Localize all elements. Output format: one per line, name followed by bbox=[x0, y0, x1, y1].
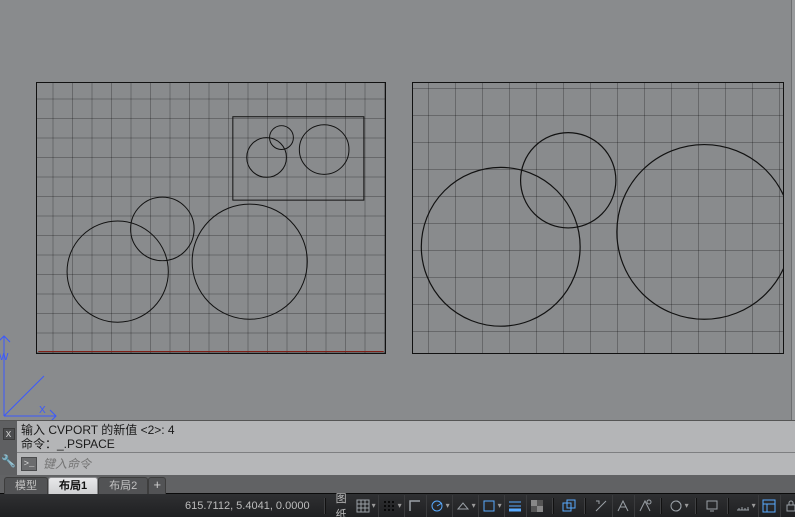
ortho-toggle-button[interactable] bbox=[404, 495, 426, 517]
annotation-autoscale-button[interactable] bbox=[634, 495, 656, 517]
workspace-switch-button[interactable]: ▾ bbox=[666, 495, 691, 517]
coordinates-readout[interactable]: 615.7112, 5.4041, 0.0000 bbox=[0, 500, 320, 512]
annotation-scale-button[interactable] bbox=[590, 495, 612, 517]
transparency-toggle-button[interactable] bbox=[526, 495, 548, 517]
tab-add-button[interactable]: + bbox=[148, 477, 166, 494]
ucs-icon: X W bbox=[0, 330, 60, 420]
viewport-right-content bbox=[413, 83, 783, 353]
units-button[interactable]: ▾ bbox=[733, 495, 758, 517]
command-history[interactable]: 输入 CVPORT 的新值 <2>: 4 命令：_.PSPACE bbox=[17, 421, 795, 453]
circle-r2 bbox=[521, 133, 616, 228]
chevron-down-icon: ▾ bbox=[752, 501, 756, 510]
close-icon[interactable]: x bbox=[3, 428, 15, 440]
chevron-down-icon: ▾ bbox=[498, 501, 502, 510]
chevron-down-icon: ▾ bbox=[446, 501, 450, 510]
drawing-area[interactable]: X W bbox=[0, 0, 795, 420]
circle-r1 bbox=[421, 167, 580, 326]
osnap-toggle-button[interactable]: ▾ bbox=[478, 495, 504, 517]
nested-circle-3 bbox=[299, 125, 349, 175]
ucs-x-label: X bbox=[39, 405, 46, 416]
grid-toggle-button[interactable]: ▾ bbox=[353, 495, 378, 517]
annotation-monitor-button[interactable] bbox=[701, 495, 723, 517]
chevron-down-icon: ▾ bbox=[685, 501, 689, 510]
quick-properties-button[interactable] bbox=[758, 495, 780, 517]
isodraft-button[interactable]: ▾ bbox=[452, 495, 478, 517]
viewport-right[interactable] bbox=[412, 82, 784, 354]
chevron-down-icon: ▾ bbox=[398, 501, 402, 510]
command-prompt-icon[interactable]: >_ bbox=[21, 457, 37, 471]
space-toggle[interactable]: 图纸 bbox=[330, 490, 353, 517]
selection-cycling-button[interactable] bbox=[558, 495, 580, 517]
tab-layout1[interactable]: 布局1 bbox=[48, 477, 98, 494]
panel-resize-handle[interactable] bbox=[791, 0, 795, 420]
customize-icon[interactable]: 🔧 bbox=[1, 454, 16, 468]
chevron-down-icon: ▾ bbox=[372, 501, 376, 510]
layout-tabs: 模型 布局1 布局2 + bbox=[0, 475, 795, 493]
polar-toggle-button[interactable]: ▾ bbox=[426, 495, 452, 517]
nested-circle-1 bbox=[270, 126, 294, 150]
command-history-line: 命令：_.PSPACE bbox=[21, 437, 789, 451]
command-input[interactable] bbox=[43, 457, 791, 471]
annotation-visibility-button[interactable] bbox=[612, 495, 634, 517]
nested-viewport-frame bbox=[233, 117, 364, 200]
circle-2 bbox=[131, 197, 195, 261]
nested-circle-2 bbox=[247, 138, 287, 178]
command-panel: x 🔧 输入 CVPORT 的新值 <2>: 4 命令：_.PSPACE >_ bbox=[0, 420, 795, 475]
viewport-left[interactable] bbox=[36, 82, 386, 354]
command-gutter: x 🔧 bbox=[0, 421, 17, 475]
tab-model[interactable]: 模型 bbox=[4, 477, 48, 494]
circle-3 bbox=[192, 204, 307, 319]
ucs-w-label: W bbox=[0, 352, 9, 363]
lineweight-toggle-button[interactable] bbox=[504, 495, 526, 517]
tab-layout2[interactable]: 布局2 bbox=[98, 477, 148, 494]
lock-ui-button[interactable]: ▾ bbox=[780, 495, 795, 517]
circle-1 bbox=[67, 221, 168, 322]
command-history-line: 输入 CVPORT 的新值 <2>: 4 bbox=[21, 423, 789, 437]
snap-toggle-button[interactable]: ▾ bbox=[378, 495, 404, 517]
chevron-down-icon: ▾ bbox=[472, 501, 476, 510]
command-input-row: >_ bbox=[17, 453, 795, 475]
status-bar: 615.7112, 5.4041, 0.0000 图纸 ▾ ▾ ▾ ▾ ▾ bbox=[0, 493, 795, 517]
circle-r3 bbox=[617, 145, 783, 320]
viewport-left-content bbox=[37, 83, 385, 353]
